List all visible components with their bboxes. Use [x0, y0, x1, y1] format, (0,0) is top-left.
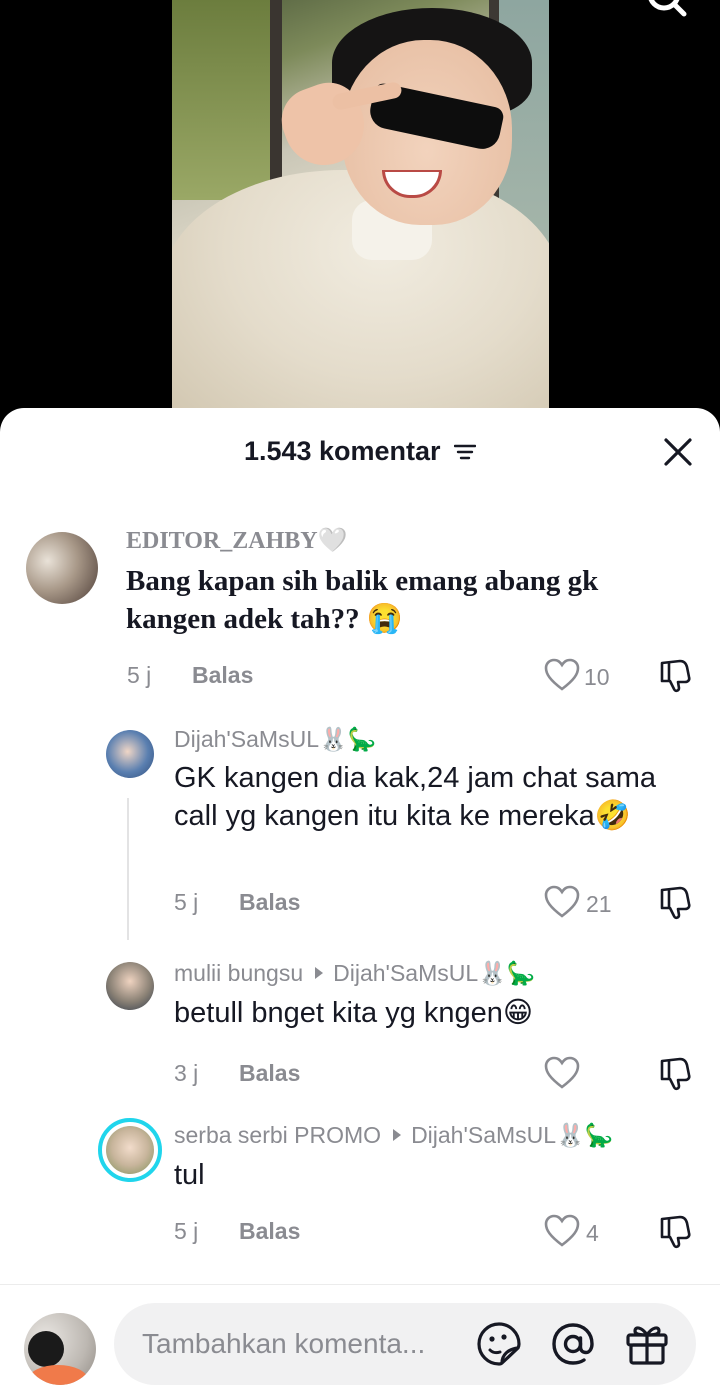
search-button[interactable]	[640, 0, 690, 26]
sheet-header: 1.543 komentar	[0, 408, 720, 496]
close-icon[interactable]	[656, 430, 700, 474]
comment-item: EDITOR_ZAHBY🤍 Bang kapan sih balik emang…	[0, 518, 720, 698]
heart-icon[interactable]	[544, 658, 580, 692]
reply-to-username[interactable]: Dijah'SaMsUL🐰🦕	[411, 1122, 613, 1148]
comment-time: 5 j	[127, 662, 152, 688]
like-count: 21	[586, 891, 612, 917]
reply-to-username[interactable]: Dijah'SaMsUL🐰🦕	[333, 960, 535, 986]
reply-button[interactable]: Balas	[192, 662, 253, 689]
comment-username[interactable]: Dijah'SaMsUL🐰🦕	[174, 726, 376, 753]
search-icon	[648, 0, 687, 17]
filter-icon[interactable]	[454, 443, 477, 461]
dislike-icon[interactable]	[658, 1055, 694, 1091]
comment-text: Bang kapan sih balik emang abang gk kang…	[126, 565, 599, 635]
dislike-icon[interactable]	[658, 884, 694, 920]
comments-count-title[interactable]: 1.543 komentar	[0, 436, 720, 467]
my-avatar[interactable]	[24, 1313, 96, 1385]
video-player[interactable]	[0, 0, 720, 430]
dislike-icon[interactable]	[658, 657, 694, 693]
avatar[interactable]	[106, 962, 154, 1010]
sticker-icon[interactable]	[476, 1321, 522, 1367]
heart-icon[interactable]	[544, 885, 580, 919]
heart-icon[interactable]	[544, 1056, 580, 1090]
avatar[interactable]	[26, 532, 98, 604]
comment-username[interactable]: serba serbi PROMO Dijah'SaMsUL🐰🦕	[174, 1122, 613, 1149]
like-count: 4	[586, 1220, 599, 1246]
comment-reply-item: mulii bungsu Dijah'SaMsUL🐰🦕 betull bnget …	[0, 956, 720, 1091]
comments-sheet: 1.543 komentar EDITOR_ZAHBY🤍 Bang kapan …	[0, 408, 720, 1388]
reply-button[interactable]: Balas	[239, 889, 300, 916]
comment-time: 3 j	[174, 1060, 199, 1086]
comment-username[interactable]: mulii bungsu Dijah'SaMsUL🐰🦕	[174, 960, 535, 987]
mention-icon[interactable]	[550, 1321, 596, 1367]
video-frame	[172, 0, 549, 410]
comments-count-label: 1.543 komentar	[243, 436, 441, 466]
avatar-story-ring[interactable]	[98, 1118, 162, 1182]
comment-input[interactable]	[114, 1303, 696, 1385]
reply-arrow-icon	[315, 967, 324, 979]
heart-icon[interactable]	[544, 1214, 580, 1248]
comment-reply-item: serba serbi PROMO Dijah'SaMsUL🐰🦕 tul 5 j …	[0, 1118, 720, 1249]
like-count: 10	[584, 664, 610, 690]
gift-icon[interactable]	[624, 1321, 670, 1367]
comment-input-bar	[0, 1284, 720, 1388]
reply-arrow-icon	[393, 1129, 402, 1141]
comment-text: GK kangen dia kak,24 jam chat sama call …	[174, 762, 656, 832]
dislike-icon[interactable]	[658, 1213, 694, 1249]
avatar	[106, 1126, 154, 1174]
comment-time: 5 j	[174, 889, 199, 915]
comment-time: 5 j	[174, 1218, 199, 1244]
comment-username[interactable]: EDITOR_ZAHBY🤍	[126, 526, 348, 555]
comment-text: tul	[174, 1159, 205, 1191]
comment-text: betull bnget kita yg kngen😁	[174, 997, 534, 1029]
avatar[interactable]	[106, 730, 154, 778]
reply-button[interactable]: Balas	[239, 1060, 300, 1087]
comment-reply-item: Dijah'SaMsUL🐰🦕 GK kangen dia kak,24 jam …	[0, 726, 720, 926]
reply-button[interactable]: Balas	[239, 1218, 300, 1245]
